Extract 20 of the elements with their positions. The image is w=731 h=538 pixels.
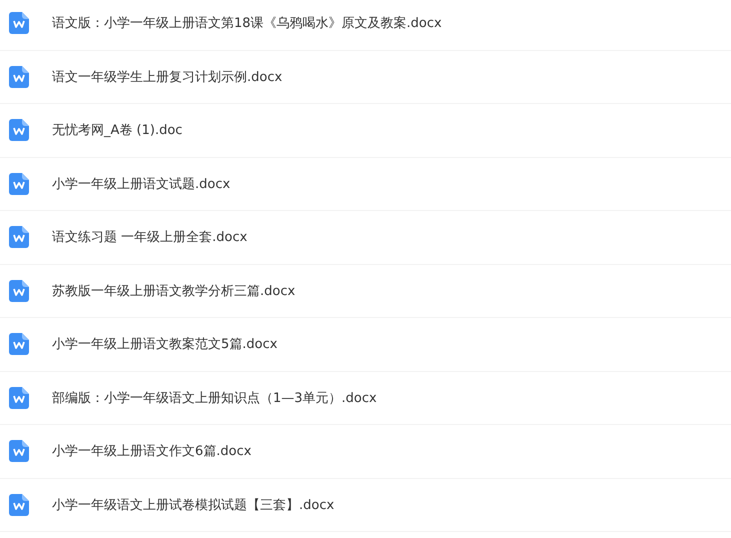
document-icon	[9, 440, 29, 462]
document-icon	[9, 494, 29, 516]
file-name[interactable]: 小学一年级语文上册试卷模拟试题【三套】.docx	[52, 496, 334, 514]
file-name[interactable]: 苏教版一年级上册语文教学分析三篇.docx	[52, 282, 296, 300]
file-name[interactable]: 部编版：小学一年级语文上册知识点（1—3单元）.docx	[52, 388, 377, 407]
file-name[interactable]: 小学一年级上册语文作文6篇.docx	[52, 442, 252, 460]
file-name[interactable]: 小学一年级上册语文试题.docx	[52, 174, 230, 193]
document-icon	[9, 333, 29, 356]
file-name[interactable]: 语文版：小学一年级上册语文第18课《乌鸦喝水》原文及教案.docx	[52, 14, 442, 32]
document-icon	[9, 172, 29, 195]
file-name[interactable]: 小学一年级上册语文教案范文5篇.docx	[52, 335, 278, 354]
document-icon	[9, 226, 29, 248]
file-name[interactable]: 语文练习题 一年级上册全套.docx	[52, 228, 248, 246]
file-name[interactable]: 语文一年级学生上册复习计划示例.docx	[52, 68, 282, 86]
file-name[interactable]: 无忧考网_A卷 (1).doc	[52, 121, 182, 140]
document-icon	[9, 119, 29, 142]
document-icon	[9, 12, 29, 34]
document-icon	[9, 66, 29, 88]
document-icon	[9, 280, 29, 302]
document-icon	[9, 386, 29, 409]
